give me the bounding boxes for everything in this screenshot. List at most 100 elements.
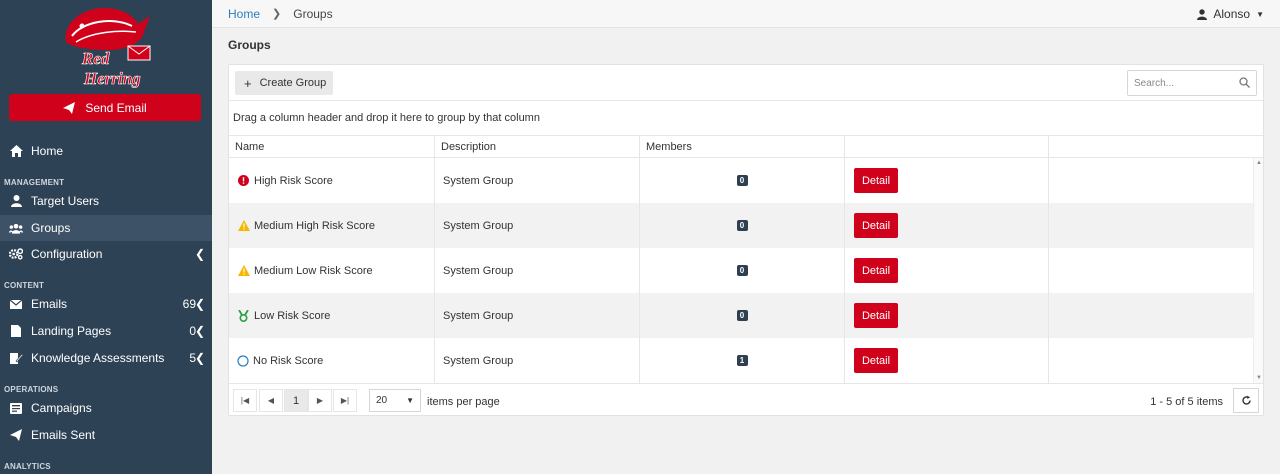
sidebar-item-label: Home — [31, 144, 64, 158]
cell-name: Medium Low Risk Score — [229, 248, 434, 293]
sidebar-item-label: Landing Pages — [31, 324, 112, 338]
create-group-label: Create Group — [259, 77, 327, 89]
cell-name: Medium High Risk Score — [229, 203, 434, 248]
group-by-hint: Drag a column header and drop it here to… — [233, 112, 540, 124]
sidebar-item-target-users[interactable]: Target Users — [0, 188, 212, 214]
user-icon — [1197, 8, 1208, 20]
vertical-scrollbar[interactable]: ▲ ▼ — [1253, 158, 1263, 383]
sidebar-item-label: Campaigns — [31, 401, 92, 415]
error-circle-icon — [238, 174, 250, 187]
detail-button[interactable]: Detail — [854, 213, 898, 238]
page-number-button[interactable]: 1 — [284, 389, 308, 412]
sidebar-item-campaigns[interactable]: Campaigns — [0, 395, 212, 421]
cell-description: System Group — [434, 158, 639, 203]
table-row[interactable]: Medium Low Risk Score System Group 0 Det… — [229, 248, 1253, 293]
row-name: Low Risk Score — [254, 309, 331, 322]
page-size-select[interactable]: 20 ▼ — [369, 389, 421, 412]
paper-plane-icon — [63, 101, 76, 114]
next-page-icon: ▶ — [316, 396, 324, 405]
row-name: High Risk Score — [254, 174, 333, 187]
send-email-label: Send Email — [85, 100, 147, 115]
cell-extra — [1048, 338, 1253, 383]
table-row[interactable]: High Risk Score System Group 0 Detail — [229, 158, 1253, 203]
next-page-button[interactable]: ▶ — [308, 389, 332, 412]
sidebar-item-configuration[interactable]: Configuration ❮ — [0, 241, 212, 267]
cell-members: 1 — [639, 338, 844, 383]
user-name: Alonso — [1213, 7, 1251, 21]
table-row[interactable]: Low Risk Score System Group 0 Detail — [229, 293, 1253, 338]
column-header-name[interactable]: Name — [229, 136, 434, 158]
breadcrumb-bar: Home ❯ Groups Alonso ▼ — [212, 0, 1280, 28]
cell-description: System Group — [434, 293, 639, 338]
detail-button[interactable]: Detail — [854, 258, 898, 283]
scroll-down-icon[interactable]: ▼ — [1256, 375, 1262, 381]
cell-extra — [1048, 248, 1253, 293]
edit-document-icon — [9, 351, 23, 365]
create-group-button[interactable]: + Create Group — [235, 71, 333, 95]
cell-members: 0 — [639, 158, 844, 203]
last-page-button[interactable]: ▶| — [333, 389, 357, 412]
column-header-extra — [1048, 136, 1253, 158]
caret-down-icon: ▼ — [406, 396, 414, 405]
row-name: No Risk Score — [253, 354, 324, 367]
chevron-left-icon: ❮ — [194, 247, 205, 261]
table-row[interactable]: Medium High Risk Score System Group 0 De… — [229, 203, 1253, 248]
scroll-up-icon[interactable]: ▲ — [1256, 160, 1262, 166]
breadcrumb-home-link[interactable]: Home — [228, 7, 260, 21]
cell-action: Detail — [844, 203, 1048, 248]
cell-members: 0 — [639, 293, 844, 338]
sidebar-item-emails-sent[interactable]: Emails Sent — [0, 422, 212, 448]
previous-page-icon: ◀ — [267, 396, 275, 405]
cell-description: System Group — [434, 203, 639, 248]
section-analytics: ANALYTICS — [4, 462, 51, 471]
column-header-members[interactable]: Members — [639, 136, 844, 158]
warning-triangle-icon — [238, 219, 250, 232]
previous-page-button[interactable]: ◀ — [259, 389, 283, 412]
sidebar-item-label: Emails Sent — [31, 428, 96, 442]
envelope-icon — [9, 297, 23, 311]
cell-action: Detail — [844, 158, 1048, 203]
sidebar-item-emails[interactable]: Emails 69 ❮ — [0, 291, 212, 317]
chevron-right-icon: ❯ — [272, 8, 282, 20]
grid-toolbar: + Create Group Search... — [229, 65, 1263, 101]
cell-action: Detail — [844, 248, 1048, 293]
column-header-description[interactable]: Description — [434, 136, 639, 158]
newspaper-icon — [9, 401, 23, 415]
refresh-button[interactable] — [1233, 388, 1259, 413]
cell-action: Detail — [844, 293, 1048, 338]
file-icon — [9, 324, 23, 338]
caret-down-icon: ▼ — [1256, 9, 1264, 19]
chevron-left-icon: ❮ — [194, 351, 205, 365]
send-email-button[interactable]: Send Email — [9, 94, 201, 121]
user-menu[interactable]: Alonso ▼ — [1197, 7, 1264, 21]
detail-button[interactable]: Detail — [854, 348, 898, 373]
table-row[interactable]: No Risk Score System Group 1 Detail — [229, 338, 1253, 383]
cell-description: System Group — [434, 248, 639, 293]
page-size-value: 20 — [376, 395, 388, 406]
search-input[interactable]: Search... — [1127, 70, 1257, 96]
search-icon — [1239, 77, 1250, 88]
user-icon — [9, 194, 23, 208]
members-badge: 0 — [736, 265, 748, 276]
column-header-action — [844, 136, 1048, 158]
cell-extra — [1048, 158, 1253, 203]
detail-button[interactable]: Detail — [854, 168, 898, 193]
gears-icon — [9, 247, 23, 261]
sidebar-item-home[interactable]: Home — [0, 138, 212, 164]
red-herring-logo[interactable]: Red Herring — [52, 2, 156, 90]
sidebar-item-landing-pages[interactable]: Landing Pages 0 ❮ — [0, 318, 212, 344]
sidebar-item-label: Knowledge Assessments — [31, 351, 165, 365]
grid-pager: |◀ ◀ 1 ▶ ▶| 20 ▼ items per page 1 - 5 of… — [229, 383, 1263, 415]
plus-icon: + — [244, 75, 252, 91]
chevron-left-icon: ❮ — [194, 324, 205, 338]
sidebar-item-label: Emails — [31, 297, 68, 311]
sidebar-item-knowledge-assessments[interactable]: Knowledge Assessments 5 ❮ — [0, 345, 212, 371]
cell-description: System Group — [434, 338, 639, 383]
sidebar-item-label: Configuration — [31, 247, 103, 261]
cell-name: No Risk Score — [229, 338, 434, 383]
first-page-button[interactable]: |◀ — [233, 389, 257, 412]
sidebar-item-groups[interactable]: Groups — [0, 215, 212, 241]
detail-button[interactable]: Detail — [854, 303, 898, 328]
refresh-icon — [1241, 395, 1251, 405]
paper-plane-icon — [9, 428, 23, 442]
